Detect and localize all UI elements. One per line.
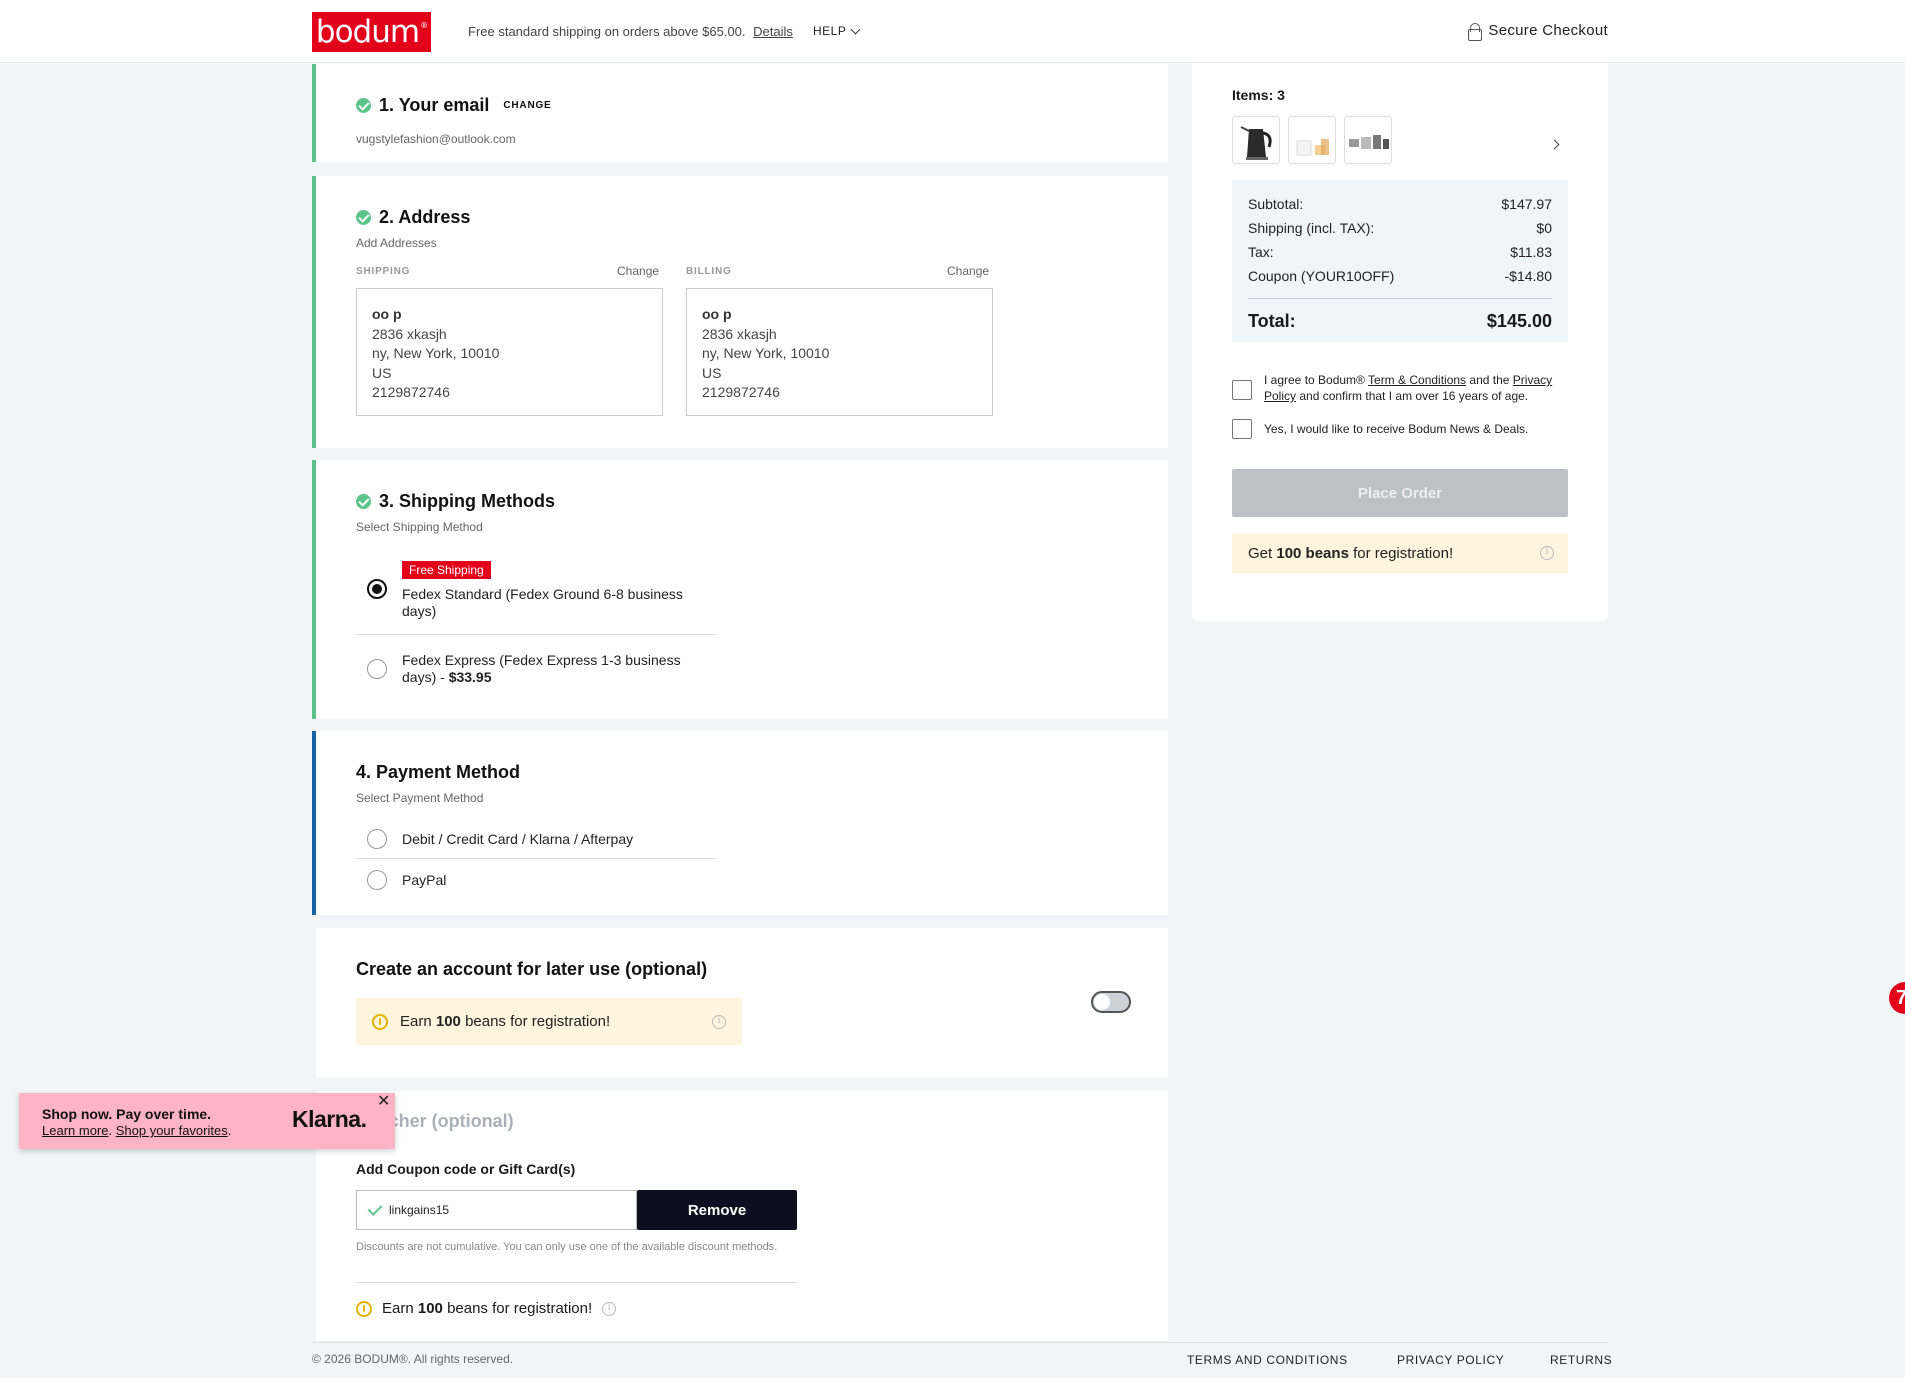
totals-box: Subtotal: $147.97 Shipping (incl. TAX): $0… (1232, 180, 1568, 342)
fedex-express-label[interactable]: Fedex Express (Fedex Express 1-3 busines… (402, 652, 702, 686)
billing-address-box: oo p 2836 xkasjh ny, New York, 10010 US … (686, 288, 993, 416)
footer-returns-link[interactable]: RETURNS (1550, 1353, 1612, 1367)
terms-checkbox[interactable] (1232, 380, 1252, 400)
free-shipping-tag: Free Shipping (402, 561, 491, 579)
shipping-step-title: 3. Shipping Methods (356, 491, 555, 512)
klarna-favorites-link[interactable]: Shop your favorites (116, 1123, 228, 1138)
email-change-link[interactable]: CHANGE (503, 100, 551, 111)
sidebar-beans-banner: Get 100 beans for registration! (1232, 533, 1568, 573)
email-step: 1. Your email CHANGE vugstylefashion@out… (312, 64, 1168, 162)
glasses-image (1296, 139, 1329, 156)
shipping-row: Shipping (incl. TAX): $0 (1248, 220, 1552, 236)
subtotal-row: Subtotal: $147.97 (1248, 196, 1552, 212)
fedex-standard-label[interactable]: Fedex Standard (Fedex Ground 6-8 busines… (402, 586, 702, 620)
fedex-standard-radio[interactable] (367, 579, 387, 599)
payment-subtitle: Select Payment Method (356, 791, 484, 805)
create-account-title: Create an account for later use (optiona… (356, 959, 708, 979)
voucher-beans-note: Earn 100 beans for registration! (356, 1300, 617, 1317)
check-circle-icon (356, 210, 371, 225)
klarna-headline: Shop now. Pay over time. (42, 1106, 212, 1122)
shipping-subtitle: Select Shipping Method (356, 520, 483, 534)
footer-terms-link[interactable]: TERMS AND CONDITIONS (1187, 1353, 1348, 1367)
divider (356, 858, 716, 859)
billing-change-link[interactable]: Change (947, 264, 989, 278)
fedex-express-radio[interactable] (367, 659, 387, 679)
product-thumbnail-kettle[interactable] (1232, 116, 1280, 164)
account-beans-banner: Earn 100 beans for registration! (356, 998, 742, 1045)
check-circle-icon (356, 494, 371, 509)
remove-coupon-button[interactable]: Remove (637, 1190, 797, 1230)
coffee-set-image (1349, 135, 1389, 149)
email-value: vugstylefashion@outlook.com (356, 132, 516, 146)
coupon-input[interactable]: linkgains15 (356, 1190, 637, 1230)
klarna-banner[interactable]: Shop now. Pay over time. Learn more. Sho… (19, 1093, 395, 1149)
rewards-launcher-icon[interactable]: 7 (1889, 982, 1905, 1014)
footer-privacy-link[interactable]: PRIVACY POLICY (1397, 1353, 1504, 1367)
address-subtitle: Add Addresses (356, 236, 437, 250)
payment-step: 4. Payment Method Select Payment Method … (312, 731, 1168, 915)
chevron-down-icon (850, 24, 861, 34)
info-icon[interactable] (712, 1014, 726, 1029)
info-icon[interactable] (1540, 546, 1554, 560)
divider (356, 634, 716, 635)
close-icon[interactable]: ✕ (377, 1091, 390, 1111)
card-payment-label[interactable]: Debit / Credit Card / Klarna / Afterpay (402, 831, 633, 848)
bean-icon (372, 1013, 388, 1030)
items-count: Items: 3 (1232, 87, 1285, 103)
copyright: © 2026 BODUM®. All rights reserved. (312, 1352, 514, 1366)
help-menu[interactable]: HELP (813, 24, 861, 38)
coupon-label: Add Coupon code or Gift Card(s) (356, 1161, 576, 1177)
email-step-title: 1. Your email CHANGE (356, 95, 552, 116)
bean-icon (356, 1300, 372, 1317)
place-order-button[interactable]: Place Order (1232, 469, 1568, 517)
info-icon[interactable] (602, 1301, 617, 1316)
voucher-section: Voucher (optional) Add Coupon code or Gi… (312, 1091, 1168, 1341)
site-header: bodum ® Free standard shipping on orders … (0, 0, 1905, 63)
create-account-section: Create an account for later use (optiona… (312, 928, 1168, 1077)
paypal-radio[interactable] (367, 870, 387, 890)
address-step: 2. Address Add Addresses SHIPPING Change… (312, 176, 1168, 448)
shipping-change-link[interactable]: Change (617, 264, 659, 278)
billing-address-label: BILLING (686, 266, 732, 277)
chevron-right-icon (1549, 139, 1560, 150)
product-thumbnail-glasses[interactable] (1288, 116, 1336, 164)
paypal-label[interactable]: PayPal (402, 872, 446, 889)
newsletter-text: Yes, I would like to receive Bodum News … (1264, 422, 1529, 436)
card-payment-radio[interactable] (367, 829, 387, 849)
coupon-row: Coupon (YOUR10OFF) -$14.80 (1248, 268, 1552, 284)
klarna-logo: Klarna. (292, 1106, 367, 1132)
thumbnails-next-chevron[interactable] (1549, 135, 1560, 153)
shipping-address-box: oo p 2836 xkasjh ny, New York, 10010 US … (356, 288, 663, 416)
details-link[interactable]: Details (753, 24, 793, 39)
discount-note: Discounts are not cumulative. You can on… (356, 1241, 778, 1253)
klarna-links: Learn more. Shop your favorites. (42, 1123, 232, 1138)
terms-text: I agree to Bodum® Term & Conditions and … (1264, 373, 1553, 403)
secure-checkout: Secure Checkout (1468, 22, 1608, 41)
product-thumbnail-set[interactable] (1344, 116, 1392, 164)
address-step-title: 2. Address (356, 207, 470, 228)
lock-icon (1468, 22, 1483, 41)
terms-link[interactable]: Term & Conditions (1368, 373, 1466, 387)
check-circle-icon (356, 98, 371, 113)
klarna-learn-more-link[interactable]: Learn more (42, 1123, 108, 1138)
create-account-toggle[interactable] (1091, 991, 1131, 1013)
shipping-note: Free standard shipping on orders above $… (468, 24, 793, 39)
shipping-address-label: SHIPPING (356, 266, 411, 277)
footer-divider (312, 1342, 1608, 1343)
total-row: Total: $145.00 (1248, 298, 1552, 332)
shipping-step: 3. Shipping Methods Select Shipping Meth… (312, 460, 1168, 719)
payment-step-title: 4. Payment Method (356, 762, 521, 782)
tax-row: Tax: $11.83 (1248, 244, 1552, 260)
newsletter-checkbox[interactable] (1232, 419, 1252, 439)
bodum-logo[interactable]: bodum ® (312, 12, 431, 52)
kettle-image (1240, 126, 1272, 160)
divider (356, 1282, 797, 1283)
order-summary: Items: 3 Subtotal: $147.97 Shipping (incl… (1192, 63, 1608, 621)
check-icon (367, 1200, 383, 1216)
